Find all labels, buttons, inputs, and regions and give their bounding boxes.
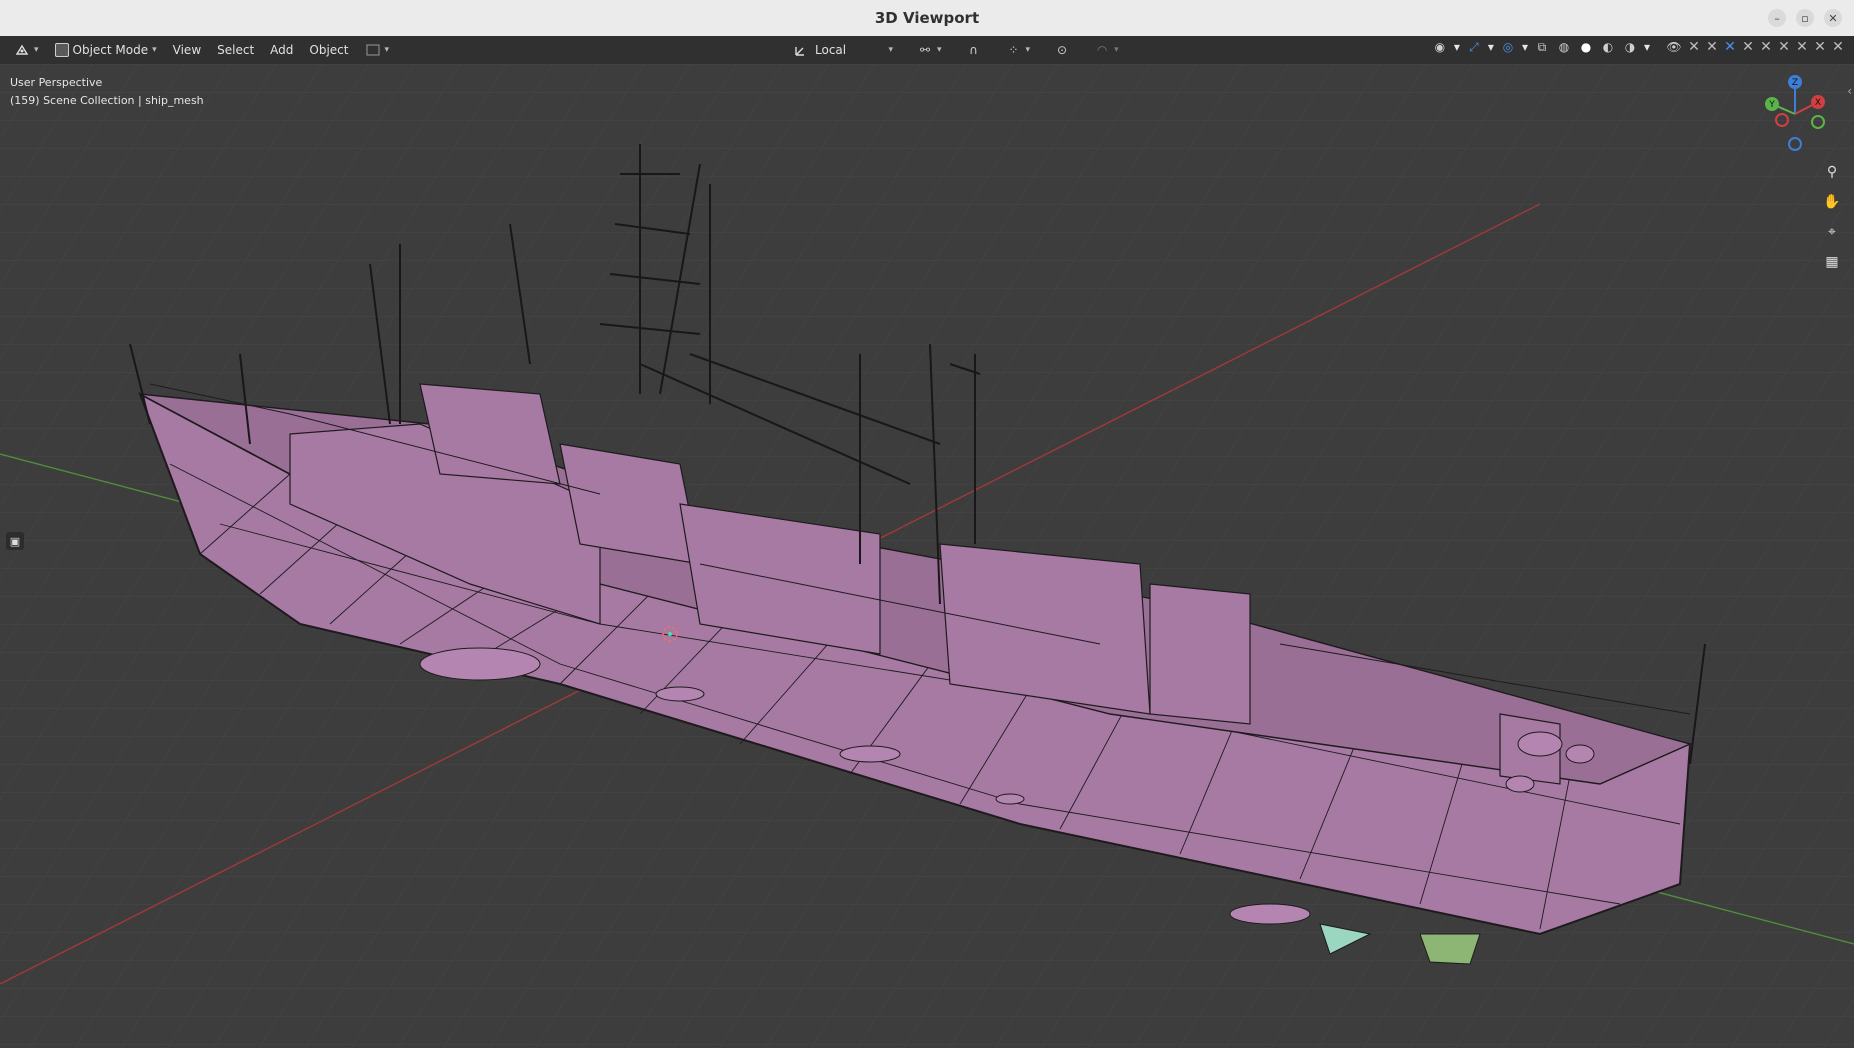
- overlay-icon[interactable]: ◎: [1500, 39, 1516, 55]
- chevron-down-icon: ▾: [384, 45, 390, 55]
- visibility-icon[interactable]: ◉: [1432, 39, 1448, 55]
- camera-view-icon[interactable]: ⌖: [1820, 220, 1844, 244]
- transform-orientation-icon: [793, 42, 809, 58]
- title-bar: 3D Viewport – ▫ ✕: [0, 0, 1854, 37]
- chevron-down-icon[interactable]: ▾: [1522, 40, 1528, 54]
- toolbar-toggle-icon[interactable]: ▣: [6, 532, 24, 550]
- collection-label: (159) Scene Collection | ship_mesh: [10, 94, 204, 107]
- chevron-down-icon: ▾: [888, 45, 893, 55]
- minimize-button[interactable]: –: [1768, 9, 1786, 27]
- 3d-viewport[interactable]: User Perspective (159) Scene Collection …: [0, 64, 1854, 1048]
- menu-view[interactable]: View: [165, 39, 209, 61]
- window-controls: – ▫ ✕: [1768, 9, 1842, 27]
- proportional-falloff-dropdown[interactable]: ◠ ▾: [1086, 39, 1127, 61]
- object-mode-icon: [54, 43, 69, 57]
- snap-dropdown[interactable]: ⁘ ▾: [998, 39, 1039, 61]
- neg-z-handle[interactable]: [1788, 137, 1802, 151]
- menu-add[interactable]: Add: [262, 39, 301, 61]
- perspective-label: User Perspective: [10, 76, 103, 89]
- visibility-icon[interactable]: 👁: [1666, 39, 1682, 55]
- viewport-info: User Perspective (159) Scene Collection …: [10, 74, 204, 110]
- gizmo-y-label: Y: [1768, 100, 1775, 110]
- proportional-edit-icon: ⊙: [1057, 43, 1068, 57]
- material-shading-icon[interactable]: ◐: [1600, 39, 1616, 55]
- object-origin: [668, 632, 672, 636]
- neg-y-handle[interactable]: [1811, 115, 1825, 129]
- gizmo-x-label: X: [1815, 98, 1821, 108]
- close-button[interactable]: ✕: [1824, 9, 1842, 27]
- rendered-shading-icon[interactable]: ◑: [1622, 39, 1638, 55]
- toggle-x-4[interactable]: ✕: [1742, 39, 1754, 55]
- toggle-x-8[interactable]: ✕: [1814, 39, 1826, 55]
- toggle-x-6[interactable]: ✕: [1778, 39, 1790, 55]
- display-tools: ◉ ▾ ⤢ ▾ ◎ ▾ ⧉ ◍ ● ◐ ◑ ▾ 👁 ✕ ✕ ✕ ✕ ✕ ✕ ✕ ✕ ✕: [1432, 39, 1844, 55]
- mode-dropdown[interactable]: Object Mode ▾: [47, 39, 165, 61]
- proportional-edit-toggle[interactable]: ⊙: [1046, 39, 1078, 61]
- falloff-icon: ◠: [1096, 43, 1108, 57]
- toggle-x-3[interactable]: ✕: [1724, 39, 1736, 55]
- transform-tools: Local ▾ ⚯ ▾ ∩ ⁘ ▾ ⊙ ◠ ▾: [785, 39, 1127, 61]
- pivot-point-icon: ⚯: [919, 43, 931, 57]
- window-title: 3D Viewport: [874, 9, 980, 27]
- draw-icon: [365, 42, 381, 58]
- editor-type-button[interactable]: ▾: [6, 39, 47, 61]
- zoom-icon[interactable]: ⚲: [1820, 160, 1844, 184]
- ortho-grid-icon[interactable]: ▦: [1820, 250, 1844, 274]
- pivot-point-dropdown[interactable]: ⚯ ▾: [909, 39, 950, 61]
- toggle-x-9[interactable]: ✕: [1832, 39, 1844, 55]
- gizmo-toggle-icon[interactable]: ⤢: [1466, 39, 1482, 55]
- menu-object[interactable]: Object: [301, 39, 356, 61]
- menu-select[interactable]: Select: [209, 39, 262, 61]
- transform-orientation-dropdown[interactable]: Local ▾: [785, 39, 901, 61]
- toggle-x-7[interactable]: ✕: [1796, 39, 1808, 55]
- viewport-header: ▾ Object Mode ▾ View Select Add Object ▾…: [0, 36, 1854, 64]
- gizmo-z-label: Z: [1792, 78, 1798, 88]
- solid-shading-icon[interactable]: ●: [1578, 39, 1594, 55]
- chevron-down-icon[interactable]: ▾: [1488, 40, 1494, 54]
- toggle-x-1[interactable]: ✕: [1688, 39, 1700, 55]
- orientation-label: Local: [815, 43, 847, 57]
- hand-pan-icon[interactable]: ✋: [1820, 190, 1844, 214]
- wireframe-shading-icon[interactable]: ◍: [1556, 39, 1572, 55]
- viewport-canvas: [0, 64, 1854, 1048]
- neg-x-handle[interactable]: [1775, 113, 1789, 127]
- chevron-down-icon: ▾: [1114, 45, 1119, 55]
- sidebar-expand-icon[interactable]: ‹: [1847, 84, 1852, 98]
- chevron-down-icon[interactable]: ▾: [1644, 40, 1650, 54]
- gpencil-dropdown[interactable]: ▾: [357, 39, 398, 61]
- snap-icon: ∩: [969, 43, 978, 57]
- mode-label: Object Mode: [72, 43, 149, 57]
- rudder: [1419, 933, 1481, 965]
- maximize-button[interactable]: ▫: [1796, 9, 1814, 27]
- chevron-down-icon[interactable]: ▾: [1454, 40, 1460, 54]
- navigation-gizmo[interactable]: Z X Y: [1760, 74, 1830, 154]
- toggle-x-2[interactable]: ✕: [1706, 39, 1718, 55]
- snap-toggle[interactable]: ∩: [958, 39, 990, 61]
- xray-icon[interactable]: ⧉: [1534, 39, 1550, 55]
- chevron-down-icon: ▾: [34, 45, 39, 55]
- editor-type-icon: [14, 42, 30, 58]
- toggle-x-5[interactable]: ✕: [1760, 39, 1772, 55]
- chevron-down-icon: ▾: [937, 45, 942, 55]
- chevron-down-icon: ▾: [152, 45, 157, 55]
- snap-grid-icon: ⁘: [1008, 43, 1019, 57]
- chevron-down-icon: ▾: [1025, 45, 1031, 55]
